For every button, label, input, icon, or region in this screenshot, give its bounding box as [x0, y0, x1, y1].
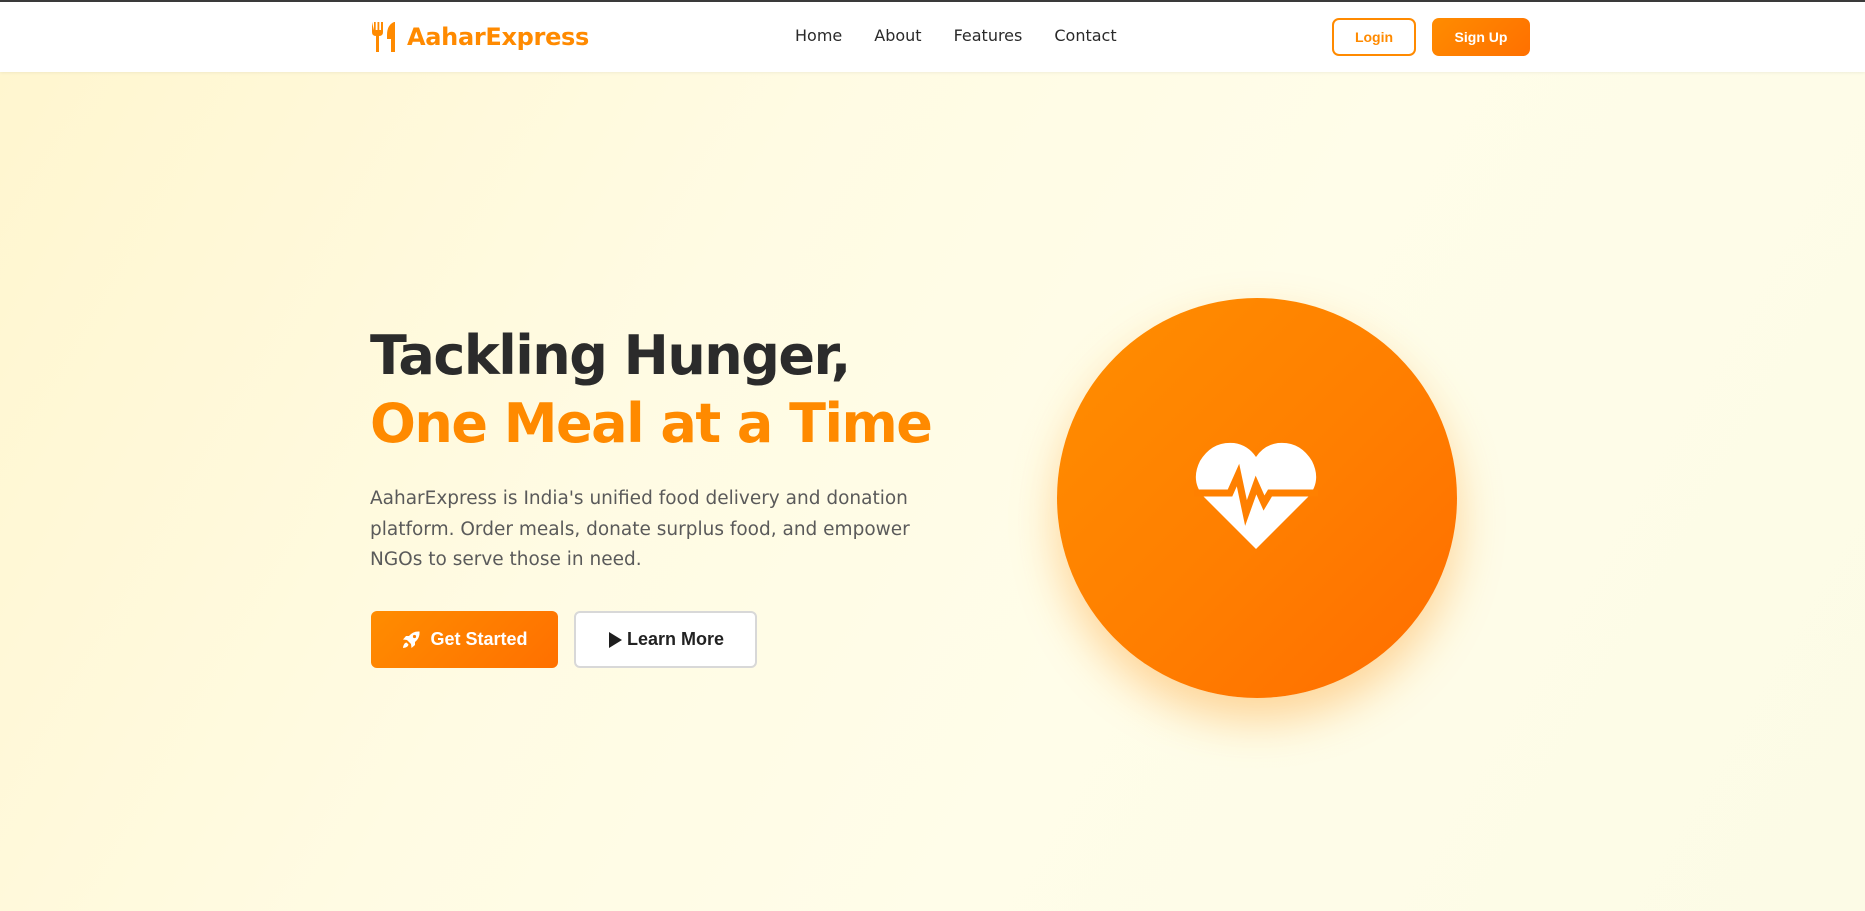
- brand-logo[interactable]: AaharExpress: [370, 19, 589, 55]
- learn-more-button[interactable]: Learn More: [574, 611, 757, 668]
- hero-description: AaharExpress is India's unified food del…: [370, 488, 910, 570]
- hero-illustration: [1057, 298, 1457, 698]
- get-started-label: Get Started: [430, 629, 528, 649]
- nav-link-about[interactable]: About: [874, 26, 921, 45]
- heart-pulse-icon: [1194, 442, 1318, 549]
- nav-link-home[interactable]: Home: [795, 26, 842, 45]
- login-button[interactable]: Login: [1332, 18, 1416, 56]
- nav-menu: Home About Features Contact: [795, 26, 1117, 45]
- nav-link-contact[interactable]: Contact: [1054, 26, 1116, 45]
- hero-headline: Tackling Hunger, One Meal at a Time: [370, 322, 933, 458]
- nav-link-features[interactable]: Features: [954, 26, 1023, 45]
- navbar: AaharExpress Home About Features Contact…: [0, 2, 1865, 72]
- utensils-icon: [372, 22, 395, 52]
- rocket-icon: [403, 630, 421, 648]
- learn-more-label: Learn More: [626, 629, 725, 649]
- headline-line-1: Tackling Hunger,: [370, 324, 851, 387]
- get-started-button[interactable]: Get Started: [371, 611, 558, 668]
- headline-line-2: One Meal at a Time: [370, 392, 933, 455]
- brand-name: AaharExpress: [407, 23, 590, 51]
- play-icon: [608, 631, 622, 648]
- signup-button[interactable]: Sign Up: [1432, 18, 1530, 56]
- hero-section: Tackling Hunger, One Meal at a Time Aaha…: [0, 72, 1865, 911]
